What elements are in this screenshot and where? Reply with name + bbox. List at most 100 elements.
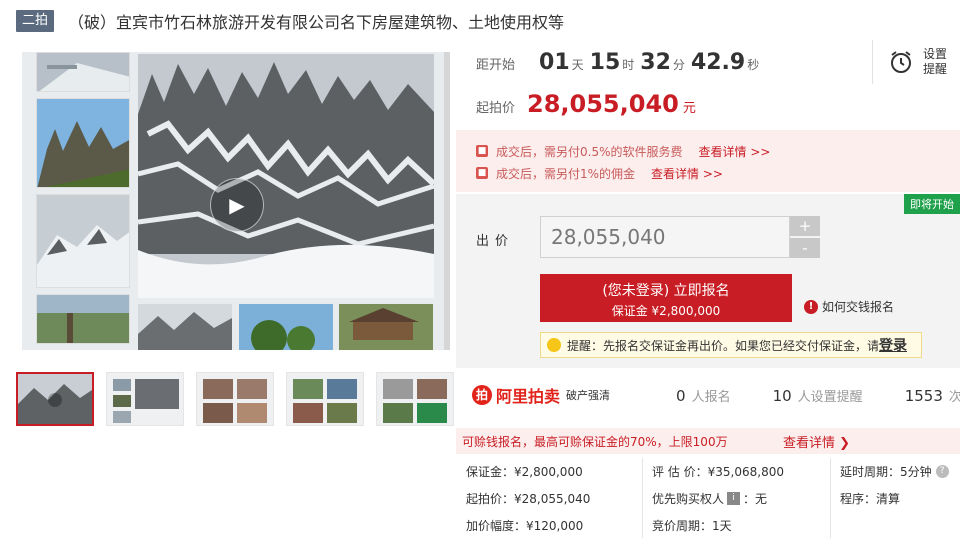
details-column-2: 评 估 价：¥35,068,800 优先购买权人 i ：无 竞价周期：1天 — [652, 458, 784, 539]
countdown-hours: 15 — [589, 50, 621, 75]
signup-label: (您未登录) 立即报名 — [602, 283, 730, 299]
countdown-seconds-unit: 秒 — [747, 58, 760, 72]
column-divider — [830, 458, 831, 538]
signup-button[interactable]: (您未登录) 立即报名 保证金 ¥2,800,000 — [540, 274, 792, 322]
detail-bid-cycle: 竞价周期：1天 — [652, 519, 732, 533]
increase-bid-button[interactable]: + — [790, 216, 820, 236]
bid-panel: 即将开始 出价 28,055,040 + - (您未登录) 立即报名 保证金 ¥… — [456, 194, 960, 368]
notice-text: 成交后，需另付1%的佣金 — [496, 166, 636, 181]
reminder-count-label: 人设置提醒 — [797, 389, 863, 405]
login-link[interactable]: 登录 — [879, 335, 907, 355]
gallery-side-photo[interactable] — [36, 52, 130, 92]
status-badge: 即将开始 — [904, 194, 960, 214]
gallery-strip-photo[interactable] — [339, 304, 434, 350]
reminder-line1: 设置 — [923, 47, 948, 61]
detail-deposit: 保证金：¥2,800,000 — [466, 465, 583, 479]
countdown: 距开始 01 天 15 时 32 分 42.9 秒 — [476, 50, 759, 75]
notice-details-link[interactable]: 查看详情 >> — [699, 143, 771, 160]
signup-count-value: 0 — [676, 386, 686, 405]
start-price-label: 起拍价 — [476, 101, 516, 116]
signup-count-label: 人报名 — [691, 389, 731, 405]
fee-notice: ■ 成交后，需另付0.5%的软件服务费 查看详情 >> ■ 成交后，需另付1%的… — [456, 130, 960, 192]
gallery-side-photo[interactable] — [36, 194, 130, 288]
view-count-label: 次围观 — [948, 389, 960, 405]
gallery-side-photo[interactable] — [36, 98, 130, 188]
alarm-clock-icon — [891, 51, 911, 73]
credit-details-link[interactable]: 查看详情 ❯ — [783, 432, 850, 451]
reminder-count-value: 10 — [772, 386, 792, 405]
thumbnail-1[interactable] — [16, 372, 94, 426]
login-tip: 提醒：先报名交保证金再出价。如果您已经交付保证金，请 登录 — [540, 332, 922, 358]
gallery-strip-photo[interactable] — [238, 304, 334, 350]
gallery-scrollbar[interactable] — [444, 52, 450, 350]
start-price-value: 28,055,040 — [527, 90, 679, 118]
detail-increment: 加价幅度：¥120,000 — [466, 519, 584, 533]
bid-label: 出价 — [476, 234, 515, 249]
priority-value: ：无 — [743, 492, 768, 506]
reminder-count: 10 人设置提醒 — [773, 386, 863, 405]
play-video-button[interactable]: ▶ — [210, 178, 264, 232]
thumbnail-4[interactable] — [286, 372, 364, 426]
start-price-unit: 元 — [682, 101, 696, 116]
detail-delay: 延时周期：5分钟 ? — [840, 458, 949, 485]
how-to-pay-label: 如何交钱报名 — [822, 300, 895, 314]
credit-signup-text: 可赊钱报名，最高可赊保证金的70%，上限100万 — [462, 434, 728, 449]
logo-subtitle: 破产强清 — [566, 389, 611, 402]
main-photo[interactable] — [138, 54, 434, 298]
notice-text: 成交后，需另付0.5%的软件服务费 — [496, 144, 683, 159]
how-to-pay-link[interactable]: ! 如何交钱报名 — [804, 298, 894, 315]
reminder-line2: 提醒 — [923, 62, 948, 76]
countdown-days-unit: 天 — [571, 58, 584, 72]
notice-details-link[interactable]: 查看详情 >> — [651, 165, 723, 182]
delay-text: 延时周期：5分钟 — [840, 465, 932, 479]
countdown-seconds: 42.9 — [690, 50, 746, 75]
auction-details: 保证金：¥2,800,000 起拍价：¥28,055,040 加价幅度：¥120… — [456, 458, 960, 555]
set-reminder-button[interactable]: 设置 提醒 — [872, 40, 960, 84]
countdown-minutes-unit: 分 — [672, 58, 685, 72]
play-icon: ▶ — [229, 193, 245, 217]
ali-auction-logo[interactable]: 拍 阿里拍卖 破产强清 — [472, 383, 610, 407]
details-column-3: 延时周期：5分钟 ? 程序：清算 — [840, 458, 949, 512]
gallery-strip-photo[interactable] — [138, 304, 233, 350]
help-icon[interactable]: ? — [935, 465, 949, 478]
view-count: 1553 次围观 — [905, 386, 960, 405]
lightbulb-icon — [547, 338, 561, 352]
detail-valuation: 评 估 价：¥35,068,800 — [652, 465, 784, 479]
view-count-value: 1553 — [904, 386, 943, 405]
column-divider — [642, 458, 643, 538]
countdown-label: 距开始 — [476, 58, 516, 73]
start-price-row: 起拍价 28,055,040 元 — [476, 90, 696, 118]
countdown-minutes: 32 — [640, 50, 671, 75]
credit-signup-banner: 可赊钱报名，最高可赊保证金的70%，上限100万 查看详情 ❯ — [456, 428, 960, 454]
notice-row: ■ 成交后，需另付1%的佣金 查看详情 >> — [476, 162, 960, 184]
auction-round-tag: 二拍 — [16, 10, 55, 32]
info-icon: ! — [804, 299, 818, 314]
logo-text: 阿里拍卖 — [496, 387, 561, 406]
signup-count: 0 人报名 — [676, 386, 731, 405]
countdown-days: 01 — [539, 50, 570, 75]
reminder-label: 设置 提醒 — [923, 47, 947, 77]
thumbnail-2[interactable] — [106, 372, 184, 426]
detail-start-price: 起拍价：¥28,055,040 — [466, 492, 591, 506]
gift-icon: ■ — [476, 167, 488, 179]
detail-procedure: 程序：清算 — [840, 492, 901, 506]
decrease-bid-button[interactable]: - — [790, 238, 820, 258]
gallery-bottom-strip — [138, 304, 434, 350]
tip-text: 提醒：先报名交保证金再出价。如果您已经交付保证金，请 — [567, 338, 880, 353]
page-title: （破）宜宾市竹石林旅游开发有限公司名下房屋建筑物、土地使用权等 — [68, 13, 565, 32]
bid-stepper: + - — [790, 216, 822, 258]
signup-deposit: 保证金 ¥2,800,000 — [611, 304, 721, 318]
details-column-1: 保证金：¥2,800,000 起拍价：¥28,055,040 加价幅度：¥120… — [466, 458, 590, 539]
countdown-hours-unit: 时 — [622, 58, 635, 72]
gallery-side-column — [36, 52, 130, 350]
photo-gallery: ▶ — [22, 52, 450, 350]
thumbnail-3[interactable] — [196, 372, 274, 426]
priority-badge-icon: i — [727, 492, 741, 505]
stats-bar: 拍 阿里拍卖 破产强清 0 人报名 10 人设置提醒 1553 次围观 — [456, 370, 960, 420]
notice-row: ■ 成交后，需另付0.5%的软件服务费 查看详情 >> — [476, 140, 960, 162]
gift-icon: ■ — [476, 145, 488, 157]
bid-amount-input[interactable]: 28,055,040 — [540, 216, 790, 258]
thumbnail-5[interactable] — [376, 372, 454, 426]
gallery-side-photo[interactable] — [36, 294, 130, 344]
priority-label: 优先购买权人 — [652, 492, 725, 506]
